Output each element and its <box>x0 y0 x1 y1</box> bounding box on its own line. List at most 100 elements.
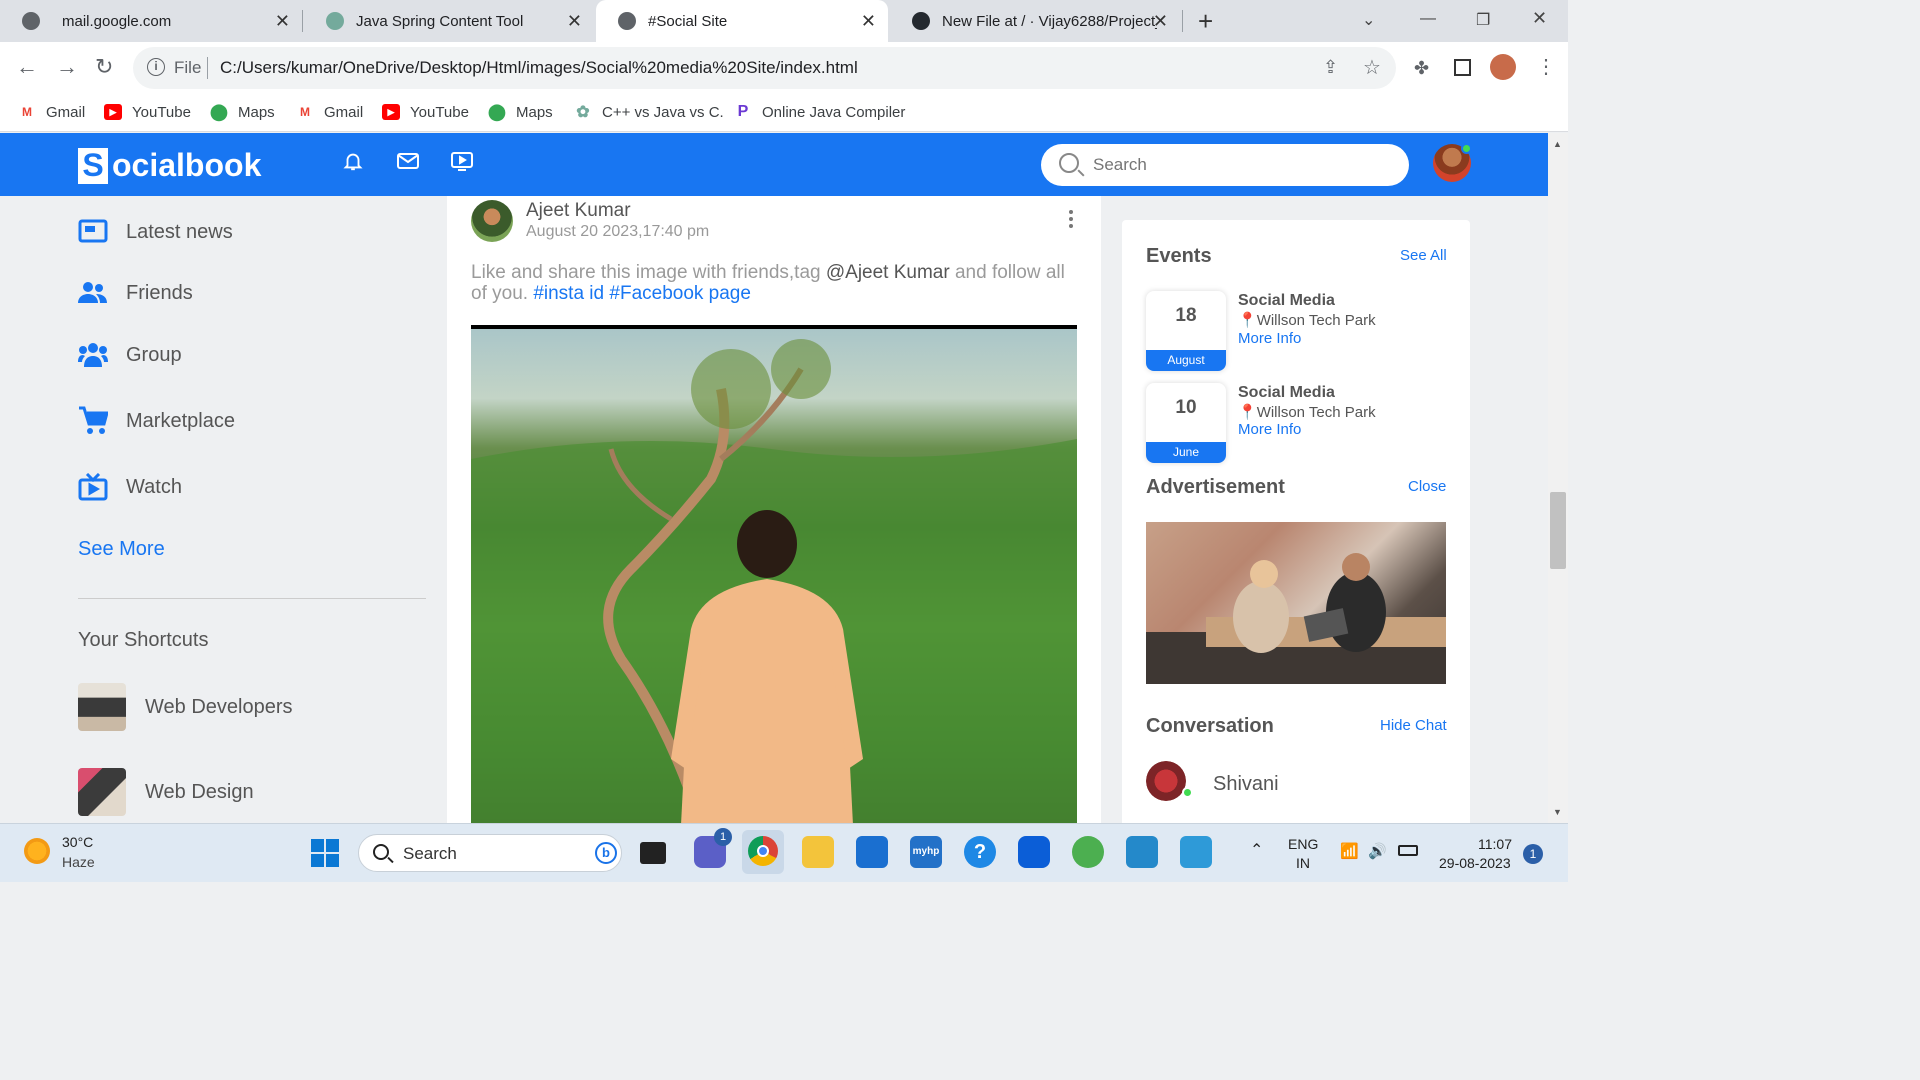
close-icon[interactable]: ✕ <box>1153 11 1168 32</box>
hide-chat-link[interactable]: Hide Chat <box>1380 717 1447 734</box>
post-mention[interactable]: @Ajeet Kumar <box>826 262 950 283</box>
advertisement-image[interactable] <box>1146 522 1466 684</box>
shortcut-web-design[interactable]: Web Design <box>78 768 254 816</box>
help-icon[interactable]: ? <box>964 836 996 868</box>
app-icon[interactable] <box>1072 836 1104 868</box>
contact-name[interactable]: Shivani <box>1213 773 1279 796</box>
file-explorer-icon[interactable] <box>802 836 834 868</box>
advertisement-close-link[interactable]: Close <box>1408 478 1446 495</box>
profile-avatar[interactable] <box>1490 54 1516 80</box>
bookmark-star-icon[interactable]: ☆ <box>1363 55 1381 80</box>
post-author-name[interactable]: Ajeet Kumar <box>526 200 631 222</box>
sidebar-item-group[interactable]: Group <box>78 342 182 368</box>
events-see-all-link[interactable]: See All <box>1400 247 1447 264</box>
tab-gmail[interactable]: mail.google.com ✕ <box>0 0 302 42</box>
language-region[interactable]: IN <box>1296 855 1310 871</box>
user-avatar[interactable] <box>1433 143 1472 182</box>
tab-social-site[interactable]: #Social Site ✕ <box>596 0 888 42</box>
events-heading: Events <box>1146 245 1212 267</box>
bing-icon[interactable]: b <box>595 842 617 864</box>
sidebar-item-watch[interactable]: Watch <box>78 473 182 501</box>
extensions-icon[interactable]: ✤ <box>1414 58 1429 79</box>
globe-icon <box>618 12 636 30</box>
mail-icon[interactable] <box>396 150 420 178</box>
bookmark-gmail[interactable]: M Gmail <box>296 100 363 124</box>
sidebar-item-friends[interactable]: Friends <box>78 280 193 306</box>
site-search-bar[interactable] <box>1041 144 1409 186</box>
bell-icon[interactable] <box>342 150 364 178</box>
scroll-up-icon[interactable]: ▲ <box>1553 139 1562 149</box>
hashtag-link[interactable]: #Facebook page <box>609 283 751 304</box>
battery-icon[interactable] <box>1398 845 1418 856</box>
menu-icon[interactable]: ⋮ <box>1536 54 1556 79</box>
bookmark-java-compiler[interactable]: P Online Java Compiler <box>734 100 906 124</box>
event-more-info-link[interactable]: More Info <box>1238 421 1301 438</box>
page-scrollbar[interactable]: ▲ ▼ <box>1548 133 1568 823</box>
video-icon[interactable] <box>450 150 474 178</box>
hashtag-link[interactable]: #insta id <box>533 283 604 304</box>
close-window-icon[interactable]: ✕ <box>1532 8 1547 29</box>
clock-date[interactable]: 29-08-2023 <box>1439 855 1511 871</box>
address-bar[interactable]: i File C:/Users/kumar/OneDrive/Desktop/H… <box>133 47 1396 89</box>
see-more-link[interactable]: See More <box>78 538 165 561</box>
shortcut-web-developers[interactable]: Web Developers <box>78 683 292 731</box>
forward-icon[interactable]: → <box>56 54 78 80</box>
divider <box>78 598 426 599</box>
tab-search-icon[interactable]: ⌄ <box>1362 10 1375 30</box>
notification-badge[interactable]: 1 <box>1523 844 1543 864</box>
tab-github[interactable]: New File at / · Vijay6288/Project_ ✕ <box>890 0 1180 42</box>
scroll-down-icon[interactable]: ▼ <box>1553 807 1562 817</box>
sidebar-item-marketplace[interactable]: Marketplace <box>78 406 235 434</box>
bookmark-youtube[interactable]: ▶ YouTube <box>104 100 191 124</box>
conversation-heading: Conversation <box>1146 715 1274 737</box>
post-author-avatar[interactable] <box>471 200 513 242</box>
more-options-icon[interactable] <box>1069 210 1075 230</box>
minimize-icon[interactable]: — <box>1420 10 1436 28</box>
tab-java-spring[interactable]: Java Spring Content Tool ✕ <box>304 0 594 42</box>
volume-icon[interactable]: 🔊 <box>1368 842 1387 860</box>
url-text[interactable]: C:/Users/kumar/OneDrive/Desktop/Html/ima… <box>220 58 858 78</box>
close-icon[interactable]: ✕ <box>567 11 582 32</box>
site-logo[interactable]: S ocialbook <box>78 147 261 184</box>
notepad-icon[interactable] <box>1180 836 1212 868</box>
scrollbar-thumb[interactable] <box>1550 492 1566 569</box>
bookmark-chatgpt[interactable]: ✿ C++ vs Java vs C. <box>574 100 723 124</box>
programiz-icon: P <box>737 103 749 120</box>
site-search-input[interactable] <box>1093 152 1393 178</box>
weather-icon[interactable] <box>24 838 50 864</box>
close-icon[interactable]: ✕ <box>861 11 876 32</box>
task-view-icon[interactable] <box>640 842 666 864</box>
taskbar-search[interactable]: Search b <box>358 834 622 872</box>
new-tab-button[interactable]: + <box>1198 6 1213 37</box>
weather-temperature[interactable]: 30°C <box>62 834 93 850</box>
wifi-icon[interactable]: 📶 <box>1340 842 1359 860</box>
myhp-icon[interactable]: myhp <box>910 836 942 868</box>
close-icon[interactable]: ✕ <box>275 11 290 32</box>
side-panel-icon[interactable] <box>1454 59 1471 76</box>
restore-icon[interactable]: ❐ <box>1476 10 1490 30</box>
chrome-taskbar-button[interactable] <box>742 830 784 874</box>
teams-icon[interactable]: 1 <box>694 828 732 868</box>
event-more-info-link[interactable]: More Info <box>1238 330 1301 347</box>
weather-condition[interactable]: Haze <box>62 854 95 870</box>
vscode-icon[interactable] <box>1126 836 1158 868</box>
bookmark-youtube[interactable]: ▶ YouTube <box>382 100 469 124</box>
bookmark-maps[interactable]: ⬤ Maps <box>210 100 275 124</box>
event-month: August <box>1146 350 1226 371</box>
gmail-icon: M <box>300 105 310 119</box>
language-code[interactable]: ENG <box>1288 836 1318 852</box>
contact-avatar[interactable] <box>1146 761 1186 801</box>
back-icon[interactable]: ← <box>16 54 38 80</box>
clock-time[interactable]: 11:07 <box>1478 836 1512 852</box>
chevron-up-icon[interactable]: ⌃ <box>1250 840 1263 860</box>
site-info-icon[interactable]: i <box>147 58 165 76</box>
bookmark-gmail[interactable]: M Gmail <box>18 100 85 124</box>
bookmark-maps[interactable]: ⬤ Maps <box>488 100 553 124</box>
store-icon[interactable] <box>856 836 888 868</box>
sidebar-item-latest-news[interactable]: Latest news <box>78 219 233 245</box>
share-icon[interactable]: ⇪ <box>1323 57 1338 78</box>
github-icon <box>912 12 930 30</box>
start-button[interactable] <box>310 838 342 870</box>
quick-assist-icon[interactable] <box>1018 836 1050 868</box>
reload-icon[interactable]: ↻ <box>95 54 113 80</box>
